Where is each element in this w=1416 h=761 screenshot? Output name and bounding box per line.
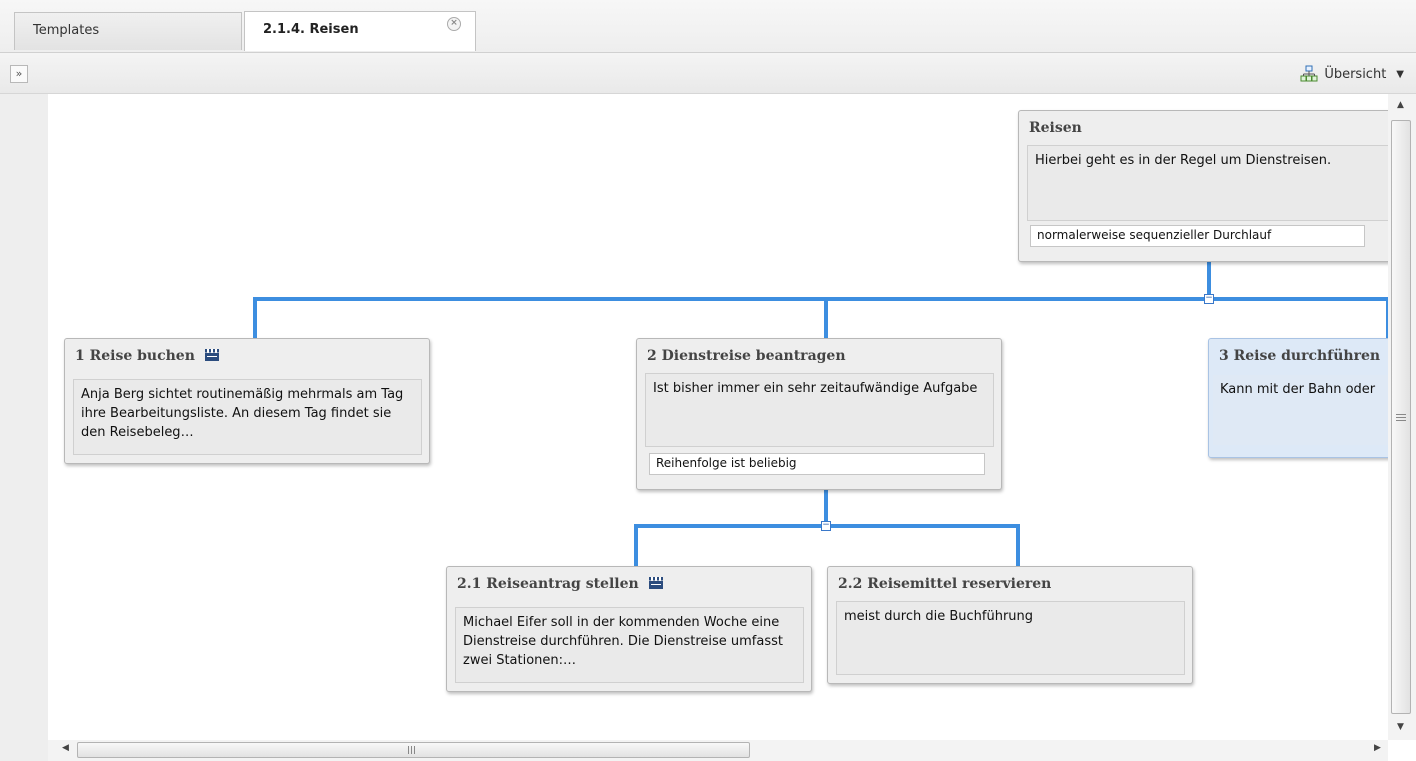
process-canvas[interactable]: − − Reisen Hierbei geht es in der Regel … — [48, 94, 1388, 740]
grip-line — [1396, 420, 1406, 421]
grip-line — [1396, 417, 1406, 418]
close-icon[interactable]: × — [447, 17, 461, 31]
grip-line — [408, 746, 409, 754]
expand-panel-button[interactable]: » — [10, 65, 28, 83]
node-card-3[interactable]: 3 Reise durchführen Kann mit der Bahn od… — [1208, 338, 1388, 458]
vertical-scrollbar[interactable]: ▲ ▼ — [1388, 94, 1416, 740]
clapperboard-icon[interactable] — [648, 576, 664, 590]
node-title: 2 Dienstreise beantragen — [647, 348, 846, 364]
node-description: Michael Eifer soll in der kommenden Woch… — [455, 607, 804, 683]
scroll-right-icon[interactable]: ▶ — [1374, 743, 1381, 753]
node-card-2[interactable]: 2 Dienstreise beantragen Ist bisher imme… — [636, 338, 1002, 490]
node-title: 2.1 Reiseantrag stellen — [457, 576, 664, 592]
scroll-left-icon[interactable]: ◀ — [62, 743, 69, 753]
vertical-scroll-thumb[interactable] — [1391, 120, 1411, 714]
hierarchy-icon — [1300, 65, 1318, 82]
grip-line — [1396, 414, 1406, 415]
node-card-2-1[interactable]: 2.1 Reiseantrag stellen Michael Eifer so… — [446, 566, 812, 692]
node-card-root[interactable]: Reisen Hierbei geht es in der Regel um D… — [1018, 110, 1388, 262]
scroll-up-icon[interactable]: ▲ — [1397, 100, 1404, 110]
scroll-down-icon[interactable]: ▼ — [1397, 722, 1404, 732]
overview-dropdown[interactable]: Übersicht ▼ — [1300, 64, 1404, 84]
node-description: Hierbei geht es in der Regel um Dienstre… — [1027, 145, 1388, 221]
toolbar: » Übersicht ▼ — [0, 53, 1416, 94]
tab-reisen[interactable]: 2.1.4. Reisen × — [244, 11, 476, 51]
process-editor: Templates 2.1.4. Reisen × » Übersicht ▼ — [0, 0, 1416, 761]
node-description: Ist bisher immer ein sehr zeitaufwändige… — [645, 373, 994, 447]
tab-templates[interactable]: Templates — [14, 12, 242, 50]
collapse-toggle-node-2[interactable]: − — [821, 521, 831, 531]
tab-label: Templates — [33, 23, 100, 38]
node-title: Reisen — [1029, 120, 1082, 136]
horizontal-scroll-thumb[interactable] — [77, 742, 750, 758]
node-description: Anja Berg sichtet routinemäßig mehrmals … — [73, 379, 422, 455]
double-chevron-right-icon: » — [15, 67, 23, 80]
tab-bar: Templates 2.1.4. Reisen × — [0, 0, 1416, 53]
node-description: meist durch die Buchführung — [836, 601, 1185, 675]
node-card-2-2[interactable]: 2.2 Reisemittel reservieren meist durch … — [827, 566, 1193, 684]
tab-label: 2.1.4. Reisen — [263, 22, 359, 37]
node-card-1[interactable]: 1 Reise buchen Anja Berg sichtet routine… — [64, 338, 430, 464]
left-gutter — [0, 94, 48, 761]
node-title-text: 1 Reise buchen — [75, 348, 195, 364]
collapse-toggle-root[interactable]: − — [1204, 294, 1214, 304]
overview-label: Übersicht — [1324, 66, 1387, 82]
node-title: 1 Reise buchen — [75, 348, 220, 364]
grip-line — [414, 746, 415, 754]
grip-line — [411, 746, 412, 754]
node-rule[interactable]: normalerweise sequenzieller Durchlauf — [1030, 225, 1365, 247]
node-title: 2.2 Reisemittel reservieren — [838, 576, 1052, 592]
node-title-text: 2.1 Reiseantrag stellen — [457, 576, 639, 592]
node-title: 3 Reise durchführen — [1219, 348, 1381, 364]
clapperboard-icon[interactable] — [204, 348, 220, 362]
chevron-down-icon: ▼ — [1396, 68, 1404, 80]
horizontal-scrollbar[interactable]: ◀ ▶ — [48, 740, 1388, 761]
node-rule[interactable]: Reihenfolge ist beliebig — [649, 453, 985, 475]
node-description: Kann mit der Bahn oder — [1213, 375, 1388, 445]
